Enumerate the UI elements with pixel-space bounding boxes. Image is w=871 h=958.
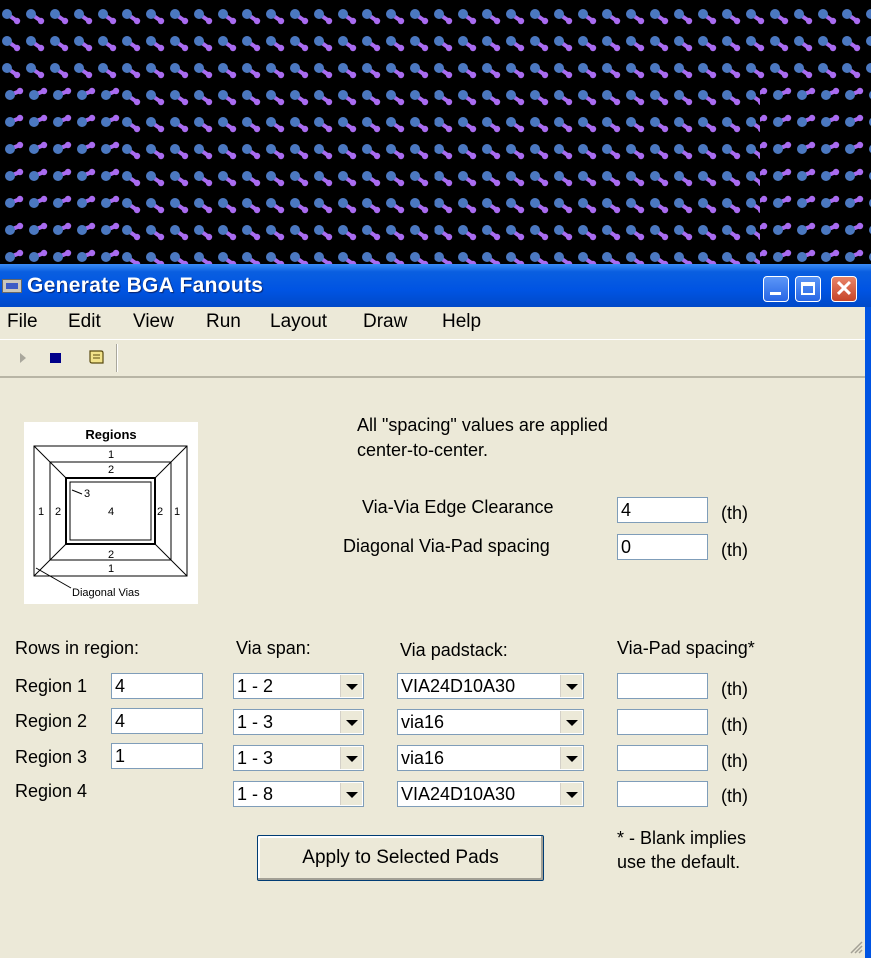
region-1-padstack-select[interactable]: VIA24D10A30 (397, 673, 584, 699)
chevron-down-icon[interactable] (340, 711, 362, 733)
apply-to-selected-pads-button[interactable]: Apply to Selected Pads (257, 835, 544, 881)
region-4-padstack-value: VIA24D10A30 (401, 784, 516, 804)
via-via-clearance-unit: (th) (721, 503, 748, 523)
region-1-via-span-select[interactable]: 1 - 2 (233, 673, 364, 699)
region-4-via-span-value: 1 - 8 (237, 784, 274, 804)
region-1-padstack-value: VIA24D10A30 (401, 676, 516, 696)
window-frame-right (865, 307, 871, 958)
run-icon[interactable] (20, 353, 26, 363)
region-3-via-span-value: 1 - 3 (237, 748, 274, 768)
region-1-label: Region 1 (15, 676, 88, 696)
diagonal-spacing-input[interactable]: 0 (617, 534, 708, 560)
footnote-line2: use the default. (617, 852, 741, 872)
chevron-down-icon[interactable] (340, 675, 362, 697)
menu-view[interactable]: View (133, 311, 174, 333)
region-label-top-1: 1 (108, 449, 114, 461)
resize-grip-icon[interactable] (849, 940, 863, 954)
stop-icon[interactable] (50, 353, 61, 363)
menu-layout[interactable]: Layout (270, 311, 327, 333)
region-3-spacing-input[interactable] (617, 745, 708, 771)
region-4-via-span-select[interactable]: 1 - 8 (233, 781, 364, 807)
header-rows-in-region: Rows in region: (15, 638, 140, 658)
header-via-span: Via span: (236, 638, 311, 658)
region-2-spacing-input[interactable] (617, 709, 708, 735)
diagonal-spacing-unit: (th) (721, 540, 748, 560)
region-4-label: Region 4 (15, 781, 88, 801)
region-2-label: Region 2 (15, 711, 88, 731)
chevron-down-icon[interactable] (340, 747, 362, 769)
chevron-down-icon[interactable] (560, 747, 582, 769)
region-4-spacing-unit: (th) (721, 786, 748, 806)
region-2-padstack-value: via16 (401, 712, 445, 732)
close-button[interactable]: ✕ (831, 276, 857, 302)
diagonal-spacing-label: Diagonal Via-Pad spacing (343, 536, 550, 556)
region-1-via-span-value: 1 - 2 (237, 676, 274, 696)
region-label-left-2: 2 (55, 506, 61, 518)
via-via-clearance-label: Via-Via Edge Clearance (362, 497, 554, 517)
region-1-rows-input[interactable]: 4 (111, 673, 203, 699)
regions-diagram: Regions 1 2 3 4 1 2 2 1 2 1 Diagonal Via… (24, 422, 198, 604)
region-label-bottom-1: 1 (108, 563, 114, 575)
region-2-spacing-unit: (th) (721, 715, 748, 735)
maximize-button[interactable] (795, 276, 821, 302)
via-via-clearance-input[interactable]: 4 (617, 497, 708, 523)
region-3-rows-input[interactable]: 1 (111, 743, 203, 769)
spacing-note-line2: center-to-center. (357, 440, 489, 460)
header-via-pad-spacing: Via-Pad spacing* (617, 638, 755, 658)
region-1-spacing-input[interactable] (617, 673, 708, 699)
bga-fanout-image (0, 0, 871, 265)
regions-title: Regions (85, 427, 136, 442)
toolbar (0, 339, 865, 378)
region-label-3: 3 (84, 488, 90, 500)
region-2-via-span-value: 1 - 3 (237, 712, 274, 732)
chevron-down-icon[interactable] (560, 675, 582, 697)
region-3-spacing-unit: (th) (721, 751, 748, 771)
region-3-via-span-select[interactable]: 1 - 3 (233, 745, 364, 771)
menu-help[interactable]: Help (442, 311, 481, 333)
menu-edit[interactable]: Edit (68, 311, 101, 333)
region-label-bottom-2: 2 (108, 549, 114, 561)
script-icon[interactable] (87, 348, 105, 366)
title-bar[interactable]: Generate BGA Fanouts ✕ (0, 264, 871, 307)
minimize-icon (770, 292, 781, 295)
region-4-spacing-input[interactable] (617, 781, 708, 807)
footnote-line1: * - Blank implies (617, 828, 747, 848)
region-3-label: Region 3 (15, 747, 88, 767)
close-icon: ✕ (834, 276, 854, 301)
maximize-icon (801, 282, 815, 295)
menu-draw[interactable]: Draw (363, 311, 407, 333)
region-label-4: 4 (108, 506, 114, 518)
chevron-down-icon[interactable] (560, 783, 582, 805)
minimize-button[interactable] (763, 276, 789, 302)
chevron-down-icon[interactable] (340, 783, 362, 805)
region-1-spacing-unit: (th) (721, 679, 748, 699)
region-label-left-1: 1 (38, 506, 44, 518)
window-title: Generate BGA Fanouts (27, 274, 264, 297)
chevron-down-icon[interactable] (560, 711, 582, 733)
region-label-right-2: 2 (157, 506, 163, 518)
region-label-right-1: 1 (174, 506, 180, 518)
region-2-padstack-select[interactable]: via16 (397, 709, 584, 735)
region-2-rows-input[interactable]: 4 (111, 708, 203, 734)
menu-bar: File Edit View Run Layout Draw Help (0, 307, 865, 337)
region-3-padstack-value: via16 (401, 748, 445, 768)
generate-bga-fanouts-window: Generate BGA Fanouts ✕ File Edit View Ru… (0, 264, 871, 958)
region-label-top-2: 2 (108, 464, 114, 476)
app-icon[interactable] (2, 279, 22, 293)
toolbar-separator (116, 344, 118, 372)
region-4-padstack-select[interactable]: VIA24D10A30 (397, 781, 584, 807)
menu-run[interactable]: Run (206, 311, 241, 333)
region-2-via-span-select[interactable]: 1 - 3 (233, 709, 364, 735)
header-via-padstack: Via padstack: (400, 640, 508, 660)
region-3-padstack-select[interactable]: via16 (397, 745, 584, 771)
diagonal-vias-caption: Diagonal Vias (72, 587, 140, 599)
menu-file[interactable]: File (7, 311, 38, 333)
spacing-note-line1: All "spacing" values are applied (357, 415, 608, 435)
